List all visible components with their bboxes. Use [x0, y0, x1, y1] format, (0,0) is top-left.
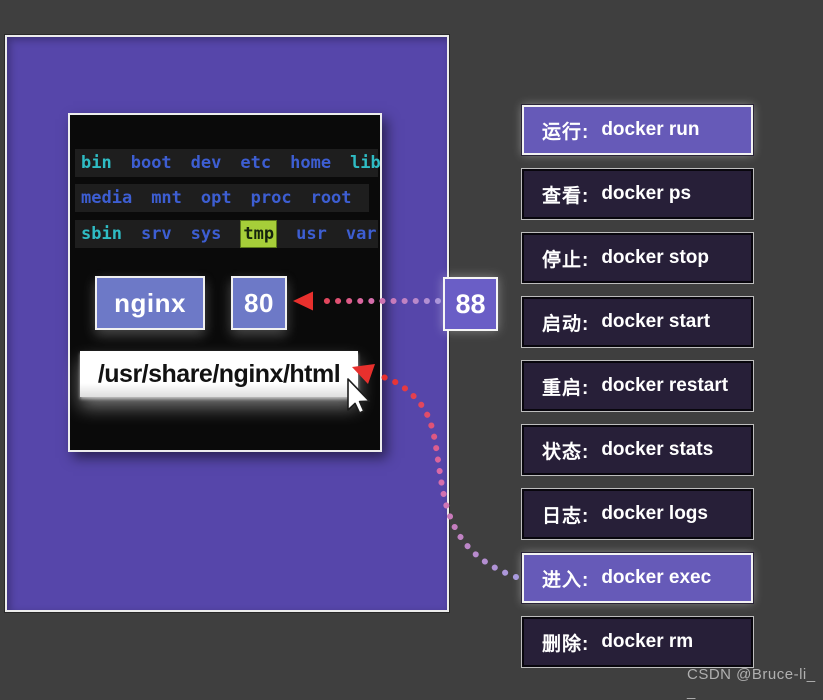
directory-sbin: sbin [81, 220, 122, 248]
command-box-restart[interactable]: 重启: docker restart [522, 361, 753, 411]
command-text: docker ps [601, 183, 691, 205]
directory-proc: proc [251, 184, 292, 212]
directory-home: home [290, 149, 331, 177]
directory-sys: sys [191, 220, 222, 248]
command-box-exec[interactable]: 进入: docker exec [522, 553, 753, 603]
directory-row: media mntoptproc root [75, 184, 369, 212]
directory-dev: dev [191, 149, 222, 177]
directory-usr: usr [296, 220, 327, 248]
container-port-button[interactable]: 80 [231, 276, 287, 330]
directory-bin: bin [81, 149, 112, 177]
command-box-start[interactable]: 启动: docker start [522, 297, 753, 347]
nginx-label: nginx [114, 288, 186, 319]
command-label: 停止: [542, 245, 589, 272]
command-box-stop[interactable]: 停止: docker stop [522, 233, 753, 283]
command-label: 删除: [542, 629, 589, 656]
command-label: 日志: [542, 501, 589, 528]
host-port-badge[interactable]: 88 [443, 277, 498, 331]
directory-etc: etc [240, 149, 271, 177]
command-label: 重启: [542, 373, 589, 400]
command-box-stats[interactable]: 状态: docker stats [522, 425, 753, 475]
directory-row: sbinsrvsystmpusrvar [75, 220, 378, 248]
web-root-path-text: /usr/share/nginx/html [98, 360, 340, 389]
directory-lib: lib [350, 149, 381, 177]
command-label: 运行: [542, 117, 589, 144]
command-text: docker logs [601, 503, 708, 525]
command-text: docker stop [601, 247, 709, 269]
host-port-label: 88 [455, 289, 485, 320]
command-box-rm[interactable]: 删除: docker rm [522, 617, 753, 667]
command-label: 状态: [542, 437, 589, 464]
directory-var: var [346, 220, 377, 248]
command-box-logs[interactable]: 日志: docker logs [522, 489, 753, 539]
container-port-label: 80 [244, 288, 274, 319]
directory-opt: opt [201, 184, 232, 212]
command-box-run[interactable]: 运行: docker run [522, 105, 753, 155]
command-text: docker stats [601, 439, 713, 461]
command-label: 查看: [542, 181, 589, 208]
directory-media: media [81, 184, 132, 212]
directory-srv: srv [141, 220, 172, 248]
directory-row: binbootdevetchomelib [75, 149, 378, 177]
directory-tmp: tmp [240, 220, 277, 248]
command-text: docker run [601, 119, 699, 141]
command-label: 进入: [542, 565, 589, 592]
directory-boot: boot [131, 149, 172, 177]
command-label: 启动: [542, 309, 589, 336]
directory-root: root [311, 184, 352, 212]
nginx-container-button[interactable]: nginx [95, 276, 205, 330]
command-text: docker start [601, 311, 710, 333]
web-root-path-field[interactable]: /usr/share/nginx/html [80, 351, 358, 397]
command-text: docker exec [601, 567, 711, 589]
command-text: docker rm [601, 631, 693, 653]
command-list: 运行: docker run 查看: docker ps 停止: docker stop 启… [522, 105, 753, 681]
directory-mnt: mnt [151, 184, 182, 212]
command-text: docker restart [601, 375, 728, 397]
command-box-ps[interactable]: 查看: docker ps [522, 169, 753, 219]
